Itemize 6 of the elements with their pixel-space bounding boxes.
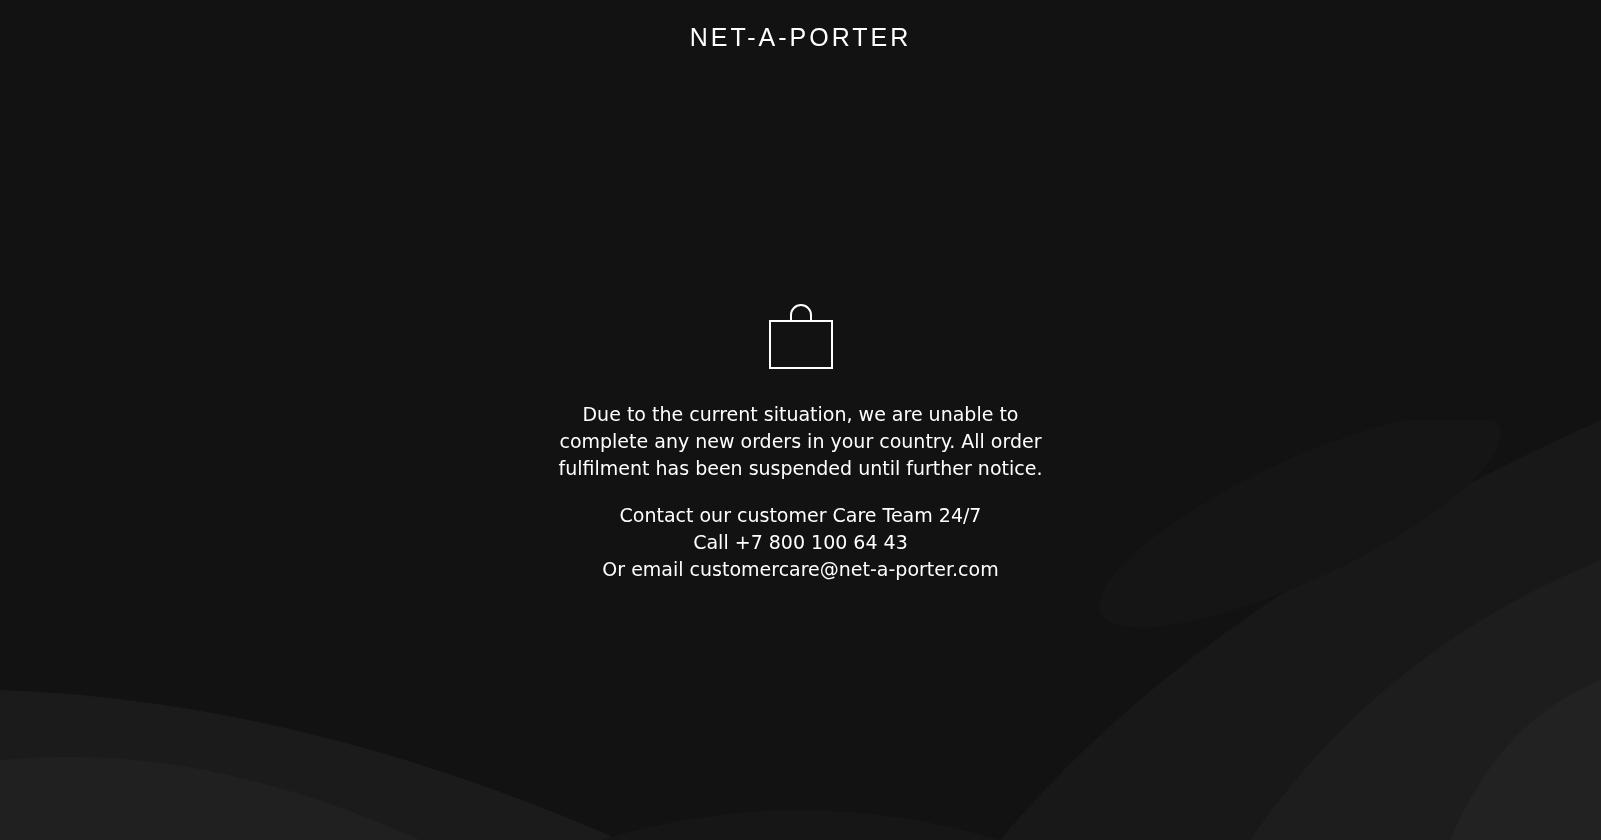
logo[interactable]: NET-A-PORTER [689,22,912,52]
notice-message: Due to the current situation, we are unable to complete any new orders in your country. All order fulfilment has been suspended until further notice. [557,402,1044,481]
shopping-bag-icon [768,303,833,369]
contact-line: Or email customercare@net-a-porter.com [602,557,999,582]
contact-line: Call +7 800 100 64 43 [693,530,908,555]
contact-line: Contact our customer Care Team 24/7 [619,503,982,528]
